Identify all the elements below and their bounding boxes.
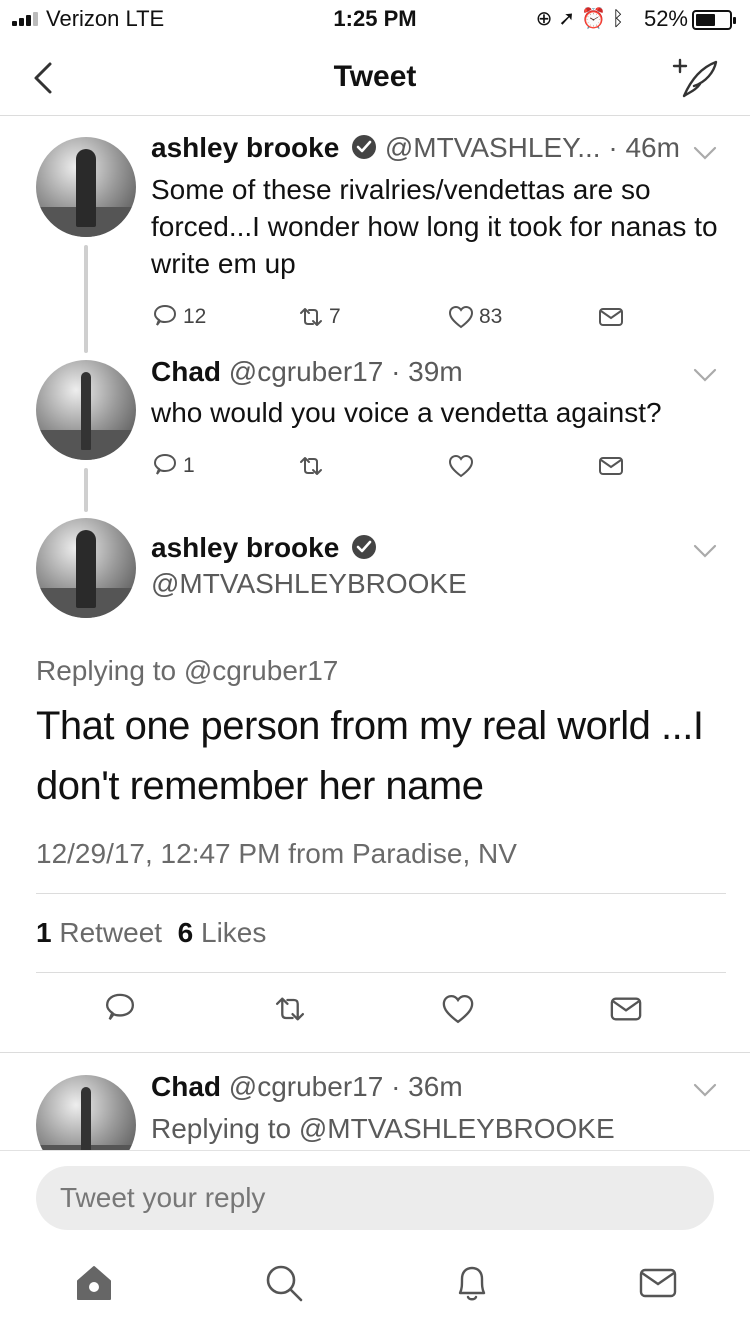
chevron-down-icon[interactable] — [692, 1082, 718, 1098]
reply-bubble-icon — [153, 304, 177, 326]
envelope-icon[interactable] — [636, 1261, 680, 1305]
tweet-screen: Verizon LTE 1:25 PM ⊕➚⏰ᛒ 52% Tweet ashle… — [0, 0, 750, 1333]
retweet-button[interactable]: 7 — [297, 302, 341, 332]
user-handle[interactable]: @cgruber17 — [229, 1071, 384, 1102]
chevron-down-icon[interactable] — [692, 145, 718, 161]
tweet-actions: 1 — [151, 451, 631, 481]
replying-to[interactable]: Replying to @cgruber17 — [36, 655, 338, 687]
verified-badge-icon — [352, 535, 377, 559]
tweet-actions: 12 7 83 — [151, 302, 631, 332]
retweet-button[interactable] — [272, 994, 308, 1024]
rotation-lock-icon: ⊕ — [535, 8, 559, 30]
user-handle[interactable]: @MTVASHLEYBROOKE — [151, 568, 467, 600]
focus-tweet-text: That one person from my real world ...I … — [36, 704, 704, 808]
display-name[interactable]: Chad — [151, 1071, 221, 1102]
focus-tweet-actions — [0, 993, 750, 1034]
tweet-header: Chad @cgruber17 · 39m — [151, 356, 463, 388]
reply-button[interactable] — [102, 993, 138, 1024]
reply-bubble-icon — [105, 993, 135, 1020]
bell-icon[interactable] — [450, 1261, 494, 1305]
divider — [36, 972, 726, 973]
reply-button[interactable]: 12 — [151, 302, 206, 332]
retweet-icon — [275, 997, 305, 1021]
tweet-timestamp: 12/29/17, 12:47 PM from Paradise, NV — [36, 838, 517, 869]
replying-to[interactable]: Replying to @MTVASHLEYBROOKE — [151, 1113, 615, 1145]
retweet-icon — [300, 308, 322, 326]
dm-button[interactable] — [597, 302, 625, 332]
reply-count: 12 — [183, 305, 207, 328]
chevron-down-icon[interactable] — [692, 367, 718, 383]
compose-feather-icon[interactable] — [670, 54, 720, 102]
avatar[interactable] — [36, 137, 136, 237]
tweet-time: · 36m — [391, 1071, 463, 1102]
alarm-icon: ⏰ — [581, 8, 612, 30]
retweet-count: 7 — [329, 305, 341, 328]
like-count: 83 — [479, 305, 503, 328]
user-handle[interactable]: @cgruber17 — [229, 356, 384, 387]
envelope-icon — [610, 997, 642, 1021]
user-handle[interactable]: @MTVASHLEY... — [385, 132, 601, 163]
battery-icon — [692, 10, 736, 30]
tweet-time: · 39m — [391, 356, 463, 387]
reply-bubble-icon — [153, 453, 177, 475]
status-icons: ⊕➚⏰ᛒ — [536, 6, 630, 31]
likes-stat[interactable]: 6 Likes — [178, 917, 267, 948]
verified-badge-icon — [352, 135, 377, 159]
dm-button[interactable] — [597, 451, 625, 481]
retweet-button[interactable] — [297, 451, 325, 481]
reply-count: 1 — [183, 454, 195, 477]
like-button[interactable] — [440, 994, 476, 1024]
battery-percent: 52% — [643, 6, 688, 31]
reply-button[interactable]: 1 — [151, 451, 195, 481]
tweet-stats: 1 Retweet 6 Likes — [36, 917, 266, 949]
clock: 1:25 PM — [333, 6, 417, 31]
tweet-header: Chad @cgruber17 · 36m — [151, 1071, 463, 1103]
bluetooth-icon: ᛒ — [612, 8, 630, 30]
heart-icon — [448, 454, 474, 478]
like-button[interactable]: 83 — [447, 302, 502, 332]
divider — [0, 1052, 750, 1053]
retweet-icon — [300, 457, 322, 475]
location-icon: ➚ — [558, 8, 582, 30]
display-name[interactable]: ashley brooke — [151, 132, 339, 163]
retweets-stat[interactable]: 1 Retweet — [36, 917, 162, 948]
tab-bar — [0, 1261, 750, 1321]
divider — [36, 893, 726, 894]
display-name[interactable]: Chad — [151, 356, 221, 387]
status-bar: Verizon LTE 1:25 PM ⊕➚⏰ᛒ 52% — [0, 0, 750, 40]
envelope-icon — [599, 308, 623, 326]
thread-line — [84, 468, 88, 512]
search-icon[interactable] — [262, 1261, 306, 1305]
thread-line — [84, 245, 88, 353]
tweet-text: who would you voice a vendetta against? — [151, 397, 662, 428]
heart-icon — [448, 305, 474, 329]
tweet-time: · 46m — [608, 132, 680, 163]
tweet-header: ashley brooke @MTVASHLEY... · 46m — [151, 132, 680, 164]
dm-button[interactable] — [608, 994, 644, 1024]
tweet-text: Some of these rivalries/vendettas are so… — [151, 174, 718, 279]
reply-bar — [0, 1150, 750, 1333]
envelope-icon — [599, 457, 623, 475]
focus-tweet-name: ashley brooke — [151, 532, 377, 564]
heart-icon — [442, 994, 474, 1024]
avatar[interactable] — [36, 360, 136, 460]
reply-input[interactable] — [36, 1166, 714, 1230]
home-icon[interactable] — [72, 1261, 116, 1305]
avatar[interactable] — [36, 518, 136, 618]
nav-header: Tweet — [0, 40, 750, 116]
page-title: Tweet — [333, 60, 417, 93]
display-name[interactable]: ashley brooke — [151, 532, 339, 563]
chevron-down-icon[interactable] — [692, 543, 718, 559]
like-button[interactable] — [447, 451, 475, 481]
